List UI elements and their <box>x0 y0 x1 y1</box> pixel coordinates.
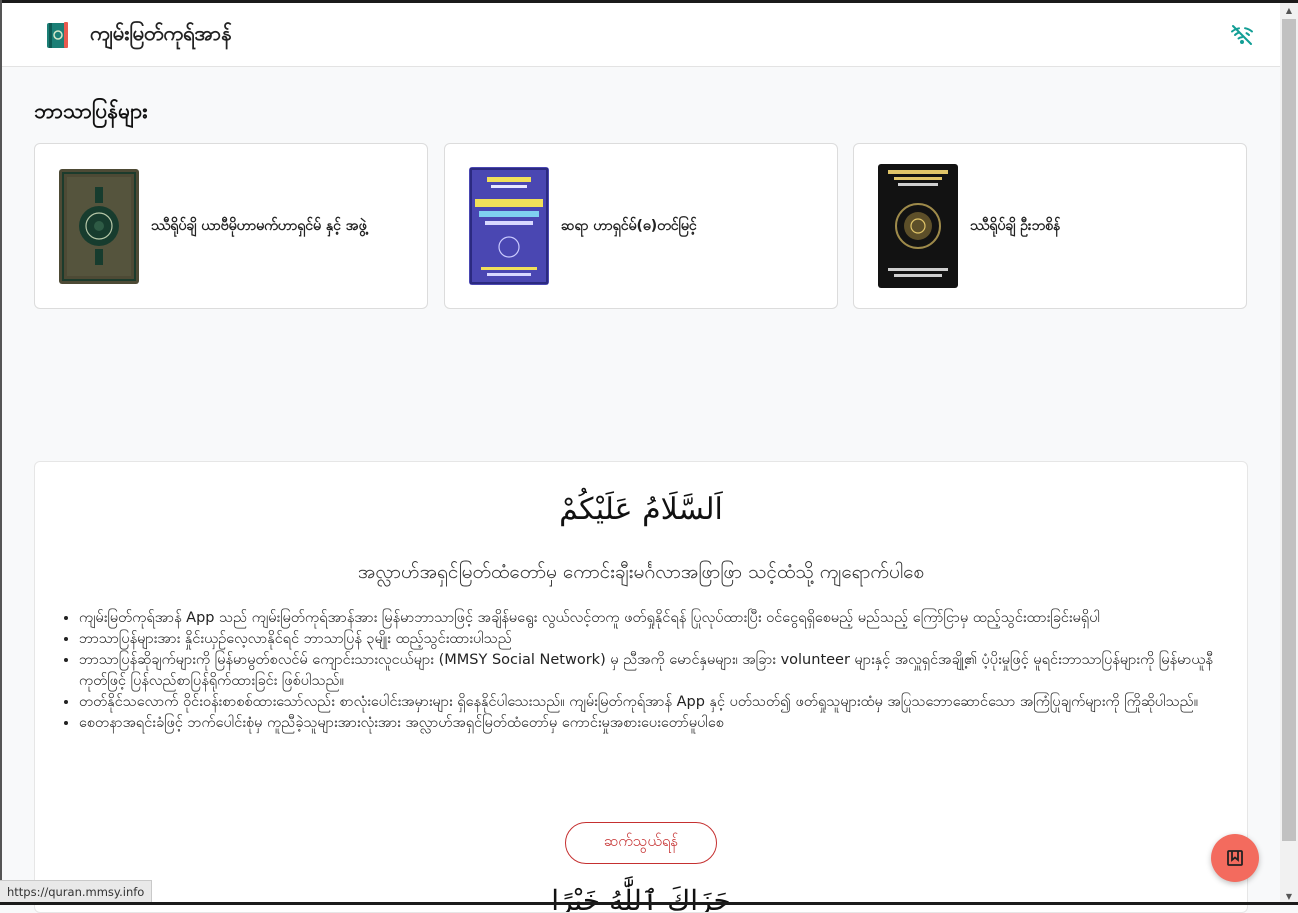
bookmark-fab[interactable] <box>1211 834 1259 882</box>
info-list: ကျမ်းမြတ်ကုရ်အာန် App သည် ကျမ်းမြတ်ကုရ်အ… <box>57 608 1225 734</box>
book-cover-3 <box>878 164 958 288</box>
translation-card-1[interactable]: ဿီရိုပ်ချိ ယာဗီမိုဟာမက်ဟာရှင်မ် နှင့် အဖ… <box>34 143 428 309</box>
scroll-up-arrow[interactable]: ▲ <box>1280 3 1298 19</box>
intro-panel: اَلسَّلَامُ عَلَيْكُمْ အလ္လာဟ်အရှင်မြတ်ထ… <box>34 461 1248 913</box>
list-item: ကျမ်းမြတ်ကုရ်အာန် App သည် ကျမ်းမြတ်ကုရ်အ… <box>79 608 1225 629</box>
scroll-thumb[interactable] <box>1282 19 1296 841</box>
page-scrollbar[interactable]: ▲ ▼ <box>1280 3 1298 905</box>
bookmark-icon <box>1227 850 1243 866</box>
translation-card-2[interactable]: ဆရာ ဟာရှင်မ်(ဓ)တင်မြင့် <box>444 143 838 309</box>
translation-card-1-label: ဿီရိုပ်ချိ ယာဗီမိုဟာမက်ဟာရှင်မ် နှင့် အဖ… <box>151 217 367 234</box>
translation-card-3-label: ဿီရိုပ်ချိ ဦးဘစိန် <box>970 217 1061 234</box>
book-cover-2 <box>469 167 549 285</box>
contact-button[interactable]: ဆက်သွယ်ရန် <box>565 822 717 864</box>
book-cover-1 <box>59 169 139 284</box>
app-header: ကျမ်းမြတ်ကုရ်အာန် <box>2 3 1280 67</box>
blessing-text: အလ္လာဟ်အရှင်မြတ်ထံတော်မှ ကောင်းချီးမင်္ဂ… <box>357 561 925 583</box>
wifi-off-icon[interactable] <box>1230 23 1254 47</box>
translation-card-3[interactable]: ဿီရိုပ်ချိ ဦးဘစိန် <box>853 143 1247 309</box>
translation-card-2-label: ဆရာ ဟာရှင်မ်(ဓ)တင်မြင့် <box>561 217 697 234</box>
arabic-greeting: اَلسَّلَامُ عَلَيْكُمْ <box>559 492 723 527</box>
translations-heading: ဘာသာပြန်များ <box>34 99 148 123</box>
list-item: ဘာသာပြန်များအား နှိုင်းယှဉ်လေ့လာနိုင်ရင်… <box>79 629 1225 650</box>
arabic-footer: جَزَاكَ ٱللَّٰهُ خَيْرًا <box>551 884 731 913</box>
quran-book-icon <box>47 22 68 48</box>
list-item: တတ်နိုင်သလောက် ဝိုင်းဝန်းစာစစ်ထားသော်လည်… <box>79 692 1225 713</box>
list-item: ဘာသာပြန်ဆိုချက်များကို မြန်မာမွတ်စလင်မ် … <box>79 650 1225 692</box>
window-left-edge <box>0 0 2 905</box>
app-title: ကျမ်းမြတ်ကုရ်အာန် <box>90 21 232 45</box>
status-url: https://quran.mmsy.info <box>0 880 153 903</box>
list-item: စေတနာအရင်းခံဖြင့် ဘက်ပေါင်းစုံမှ ကူညီခဲ့… <box>79 713 1225 734</box>
